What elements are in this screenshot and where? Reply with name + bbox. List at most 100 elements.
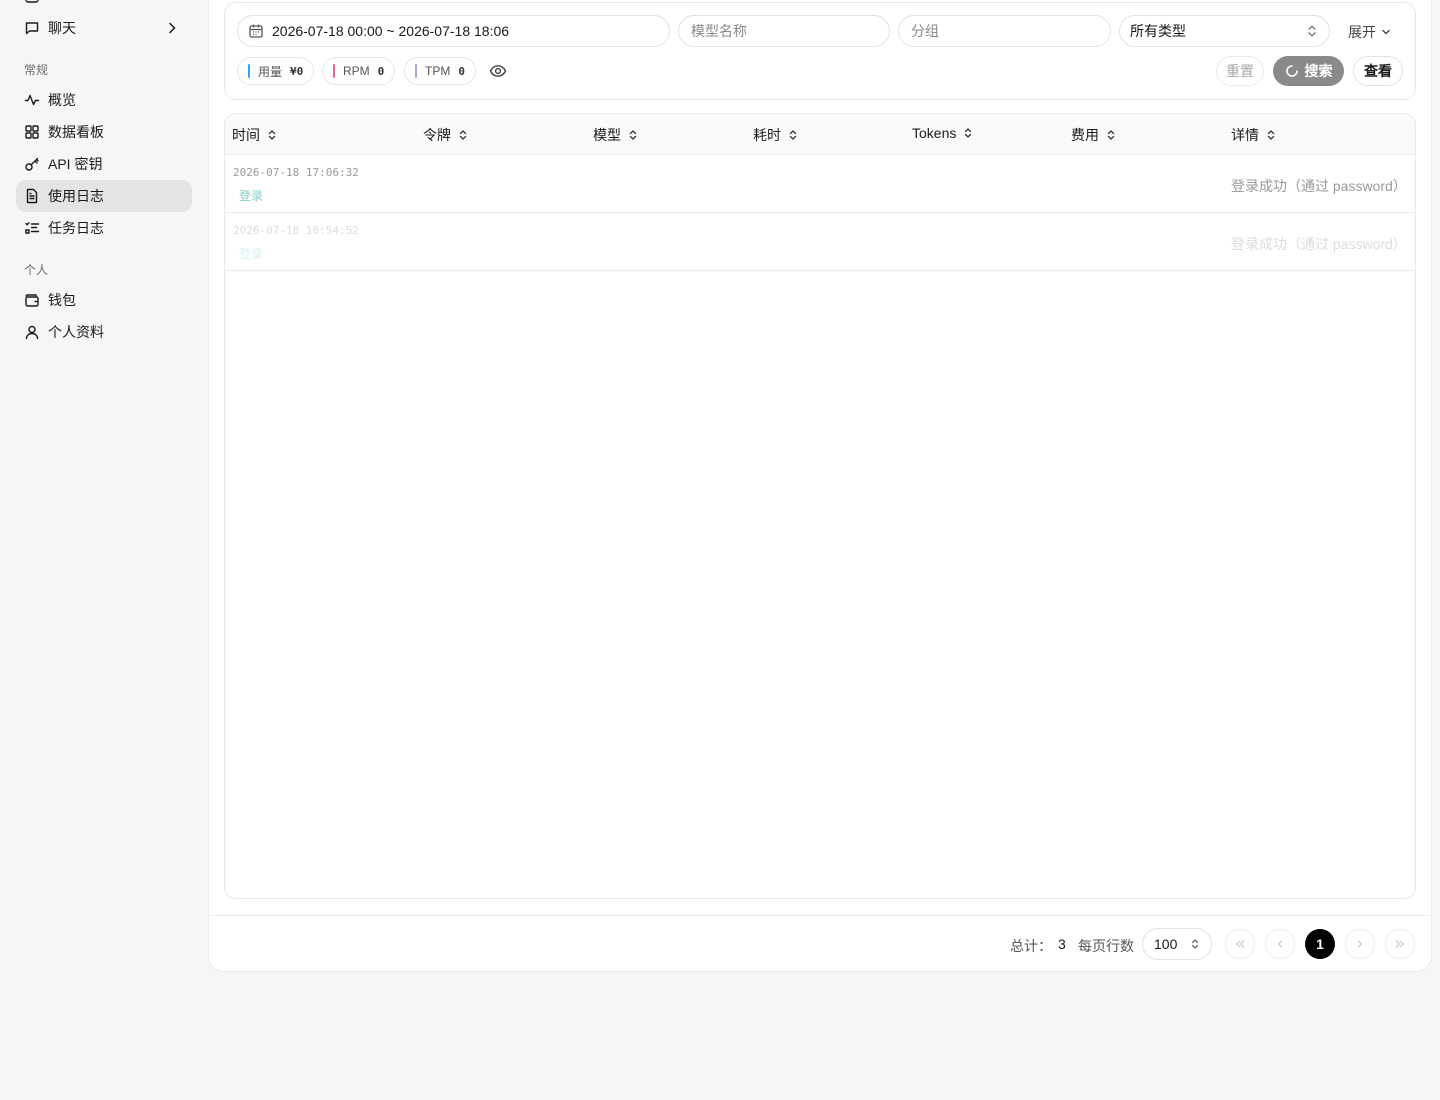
page-number-current[interactable]: 1 xyxy=(1305,929,1335,959)
usage-color-bar xyxy=(248,64,250,78)
table-row[interactable]: 2026-07-18 16:54:52 登录 登录成功（通过 password） xyxy=(225,212,1415,271)
model-name-field[interactable] xyxy=(689,22,879,40)
chevron-right-icon xyxy=(1357,940,1363,948)
sidebar-item-hidden[interactable] xyxy=(16,0,192,12)
sidebar-item-api-keys[interactable]: API 密钥 xyxy=(16,148,192,180)
stat-label: 用量 xyxy=(258,64,283,79)
sidebar-item-wallet[interactable]: 钱包 xyxy=(16,284,192,316)
list-checks-icon xyxy=(24,220,40,236)
rpm-stat-badge: RPM 0 xyxy=(322,57,396,85)
row-type-tag: 登录 xyxy=(239,247,264,261)
chevrons-right-icon xyxy=(1395,940,1404,948)
date-range-value: 2026-07-18 00:00 ~ 2026-07-18 18:06 xyxy=(272,23,510,39)
row-type-tag: 登录 xyxy=(239,189,264,203)
sidebar-item-overview[interactable]: 概览 xyxy=(16,84,192,116)
model-name-input[interactable] xyxy=(678,15,890,47)
column-header-cost[interactable]: 费用 xyxy=(1071,125,1117,145)
column-header-label: 详情 xyxy=(1231,127,1259,143)
sidebar-item-label: 使用日志 xyxy=(48,188,104,204)
next-page-button[interactable] xyxy=(1345,929,1375,959)
sidebar-item-profile[interactable]: 个人资料 xyxy=(16,316,192,348)
sidebar-item-label: API 密钥 xyxy=(48,156,103,172)
date-range-picker[interactable]: 2026-07-18 00:00 ~ 2026-07-18 18:06 xyxy=(237,15,670,47)
column-header-duration[interactable]: 耗时 xyxy=(753,125,799,145)
section-title-personal: 个人 xyxy=(24,263,49,277)
sidebar-item-label: 概览 xyxy=(48,92,76,108)
view-button[interactable]: 查看 xyxy=(1353,56,1403,86)
usage-stat-badge: 用量 ¥0 xyxy=(237,57,315,85)
table-header: 时间 令牌 模型 耗时 Tokens 费用 详情 xyxy=(225,114,1415,155)
sidebar-item-chat[interactable]: 聊天 xyxy=(16,12,192,44)
sort-icon xyxy=(1107,130,1115,140)
last-page-button[interactable] xyxy=(1385,929,1415,959)
column-header-token[interactable]: 令牌 xyxy=(423,125,469,145)
chevrons-left-icon xyxy=(1236,940,1245,948)
chevrons-up-down-icon xyxy=(1308,25,1316,37)
row-detail: 登录成功（通过 password） xyxy=(1231,178,1407,194)
chevron-right-icon xyxy=(169,22,176,34)
group-field[interactable] xyxy=(909,22,1100,40)
previous-page-button[interactable] xyxy=(1265,929,1295,959)
rows-per-page-select[interactable]: 100 xyxy=(1142,928,1212,960)
type-select-value: 所有类型 xyxy=(1130,23,1186,39)
stat-value: ¥0 xyxy=(290,64,304,78)
section-title-general: 常规 xyxy=(24,63,49,77)
column-header-tokens[interactable]: Tokens xyxy=(912,125,974,141)
stat-label: RPM xyxy=(343,64,370,78)
sidebar: 聊天 常规 概览 数据看板 API 密钥 使用日志 任务日志 个人 钱包 个人资… xyxy=(0,0,208,1100)
wallet-icon xyxy=(24,292,40,308)
chevrons-up-down-icon xyxy=(1191,939,1199,949)
table-row[interactable]: 2026-07-18 17:06:32 登录 登录成功（通过 password） xyxy=(225,154,1415,213)
column-header-time[interactable]: 时间 xyxy=(232,125,278,145)
column-header-label: 费用 xyxy=(1071,127,1099,143)
sort-icon xyxy=(965,128,972,138)
chevron-left-icon xyxy=(1277,940,1283,948)
search-label: 搜索 xyxy=(1304,63,1333,79)
rows-per-page-value: 100 xyxy=(1154,936,1178,952)
loading-spinner-icon xyxy=(1285,65,1298,77)
column-header-label: 时间 xyxy=(232,127,260,143)
stat-value: 0 xyxy=(377,64,385,78)
sidebar-item-label: 钱包 xyxy=(48,292,76,308)
row-time: 2026-07-18 16:54:52 xyxy=(233,224,359,237)
stat-label: TPM xyxy=(425,64,451,78)
sort-icon xyxy=(459,130,467,140)
total-count: 3 xyxy=(1058,936,1066,952)
rows-per-page-label: 每页行数 xyxy=(1078,938,1134,954)
sort-icon xyxy=(629,130,637,140)
rpm-color-bar xyxy=(333,64,335,78)
sidebar-item-label: 任务日志 xyxy=(48,220,104,236)
square-icon xyxy=(24,0,40,4)
calendar-icon xyxy=(249,24,263,38)
group-input[interactable] xyxy=(898,15,1111,47)
chat-icon xyxy=(24,20,40,36)
column-header-detail[interactable]: 详情 xyxy=(1231,125,1277,145)
column-header-model[interactable]: 模型 xyxy=(593,125,639,145)
sidebar-item-task-logs[interactable]: 任务日志 xyxy=(16,212,192,244)
sidebar-item-label: 个人资料 xyxy=(48,324,104,340)
total-label: 总计： xyxy=(1010,938,1052,954)
activity-icon xyxy=(24,92,40,108)
sidebar-item-usage-logs[interactable]: 使用日志 xyxy=(16,180,192,212)
tpm-color-bar xyxy=(415,64,417,78)
sort-icon xyxy=(1267,130,1275,140)
file-text-icon xyxy=(24,188,40,204)
first-page-button[interactable] xyxy=(1225,929,1255,959)
expand-button[interactable]: 展开 xyxy=(1348,22,1392,42)
sidebar-item-dashboard[interactable]: 数据看板 xyxy=(16,116,192,148)
reset-button[interactable]: 重置 xyxy=(1216,56,1264,86)
column-header-label: 模型 xyxy=(593,127,621,143)
key-icon xyxy=(24,156,40,172)
dashboard-icon xyxy=(24,124,40,140)
sidebar-item-label: 数据看板 xyxy=(48,124,104,140)
column-header-label: 耗时 xyxy=(753,127,781,143)
eye-icon[interactable] xyxy=(489,62,507,80)
pagination-divider xyxy=(208,915,1432,916)
row-detail: 登录成功（通过 password） xyxy=(1231,236,1407,252)
search-button[interactable]: 搜索 xyxy=(1273,56,1344,86)
tpm-stat-badge: TPM 0 xyxy=(404,57,476,85)
row-time: 2026-07-18 17:06:32 xyxy=(233,166,359,179)
column-header-label: Tokens xyxy=(912,125,957,141)
type-select[interactable]: 所有类型 xyxy=(1119,15,1330,47)
stat-value: 0 xyxy=(458,64,465,78)
